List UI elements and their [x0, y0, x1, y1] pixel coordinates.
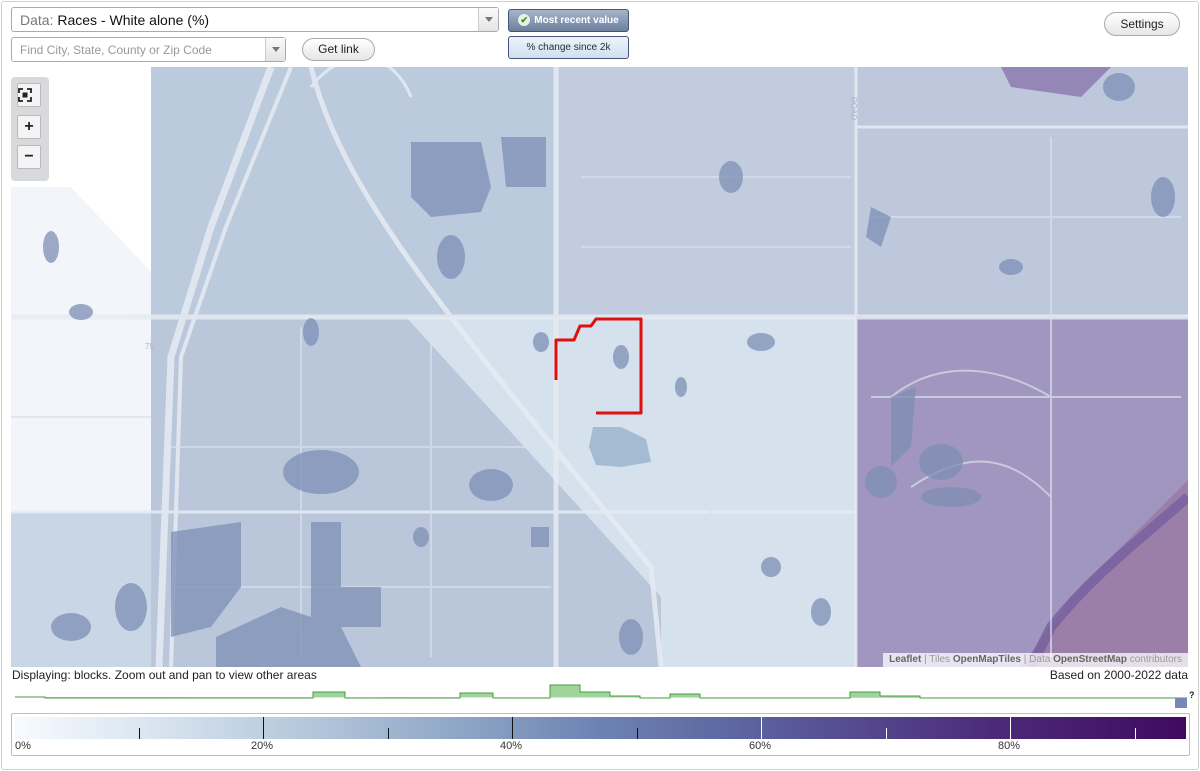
- get-link-button[interactable]: Get link: [302, 38, 375, 61]
- legend-label-20: 20%: [251, 740, 274, 752]
- legend-label-40: 40%: [500, 740, 523, 752]
- settings-button[interactable]: Settings: [1104, 12, 1180, 36]
- legend-label-60: 60%: [749, 740, 772, 752]
- data-value: Races - White alone (%): [57, 12, 210, 28]
- zoom-in-button[interactable]: +: [17, 115, 41, 139]
- legend-tick: [637, 728, 638, 739]
- map-tiles: ROAD 75: [11, 67, 1188, 667]
- map-canvas[interactable]: ROAD 75 + − Leaflet | Tiles OpenMapTiles…: [11, 67, 1188, 667]
- value-histogram: [15, 684, 1187, 708]
- legend-label-80: 80%: [998, 740, 1021, 752]
- zoom-out-button[interactable]: −: [17, 145, 41, 169]
- attribution-text: | Tiles: [921, 654, 953, 665]
- location-search[interactable]: [11, 37, 286, 62]
- legend-tick: [263, 717, 264, 739]
- road-label: ROAD: [849, 97, 858, 120]
- data-variable-select[interactable]: Data: Races - White alone (%): [11, 7, 499, 32]
- map-attribution: Leaflet | Tiles OpenMapTiles | Data Open…: [883, 653, 1188, 667]
- legend-tick: [761, 717, 762, 739]
- legend-label-0: 0%: [15, 740, 31, 752]
- legend-tick: [1135, 728, 1136, 739]
- legend-tick: [512, 717, 513, 739]
- most-recent-value-toggle[interactable]: ✔ Most recent value: [508, 9, 629, 32]
- data-label: Data:: [20, 12, 54, 28]
- legend-tick: [388, 728, 389, 739]
- attribution-text: | Data: [1021, 654, 1054, 665]
- route-label: 75: [145, 342, 154, 351]
- legend-tick: [1010, 717, 1011, 739]
- histogram-marker: ?: [1189, 690, 1195, 700]
- search-input[interactable]: [12, 38, 262, 61]
- attribution-text: contributors: [1126, 654, 1182, 665]
- leaflet-link[interactable]: Leaflet: [889, 654, 921, 665]
- legend-tick: [886, 728, 887, 739]
- fullscreen-icon[interactable]: [17, 83, 41, 107]
- pct-change-toggle[interactable]: % change since 2k: [508, 36, 629, 59]
- legend-tick: [139, 728, 140, 739]
- color-legend: 0% 20% 40% 60% 80%: [11, 713, 1190, 756]
- openstreetmap-link[interactable]: OpenStreetMap: [1053, 654, 1127, 665]
- zoom-controls: + −: [11, 77, 49, 181]
- most-recent-label: Most recent value: [534, 15, 619, 26]
- openmaptiles-link[interactable]: OpenMapTiles: [953, 654, 1021, 665]
- check-icon: ✔: [518, 14, 531, 27]
- chevron-down-icon[interactable]: [478, 8, 498, 31]
- chevron-down-icon[interactable]: [265, 38, 285, 61]
